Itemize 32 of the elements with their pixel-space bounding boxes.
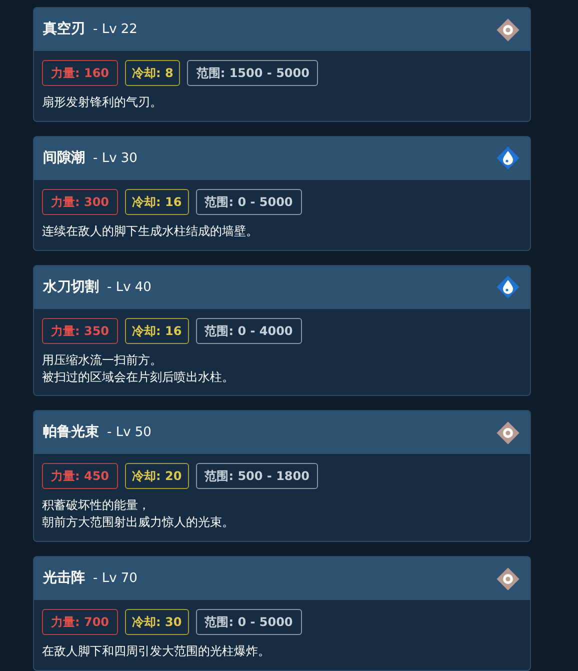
skill-level: - Lv 30 <box>93 150 138 168</box>
skill-description: 在敌人脚下和四周引发大范围的光柱爆炸。 <box>42 643 271 660</box>
range-tag: 范围: 0 - 5000 <box>196 188 302 215</box>
skill-description: 积蓄破坏性的能量， <box>42 497 151 514</box>
skill-name: 光击阵 <box>43 569 85 588</box>
skill-description: 被扫过的区域会在片刻后喷出水柱。 <box>42 368 235 386</box>
cooldown-tag: 冷却: 30 <box>125 609 189 636</box>
skill-level: - Lv 50 <box>107 424 152 442</box>
range-tag: 范围: 0 - 5000 <box>196 609 302 636</box>
cooldown-tag: 冷却: 8 <box>125 60 180 86</box>
cooldown-tag: 冷却: 20 <box>125 463 189 490</box>
skill-description: 朝前方大范围射出威力惊人的光束。 <box>42 514 235 532</box>
power-tag: 力量: 160 <box>42 60 118 86</box>
range-tag: 范围: 1500 - 5000 <box>187 60 318 86</box>
range-tag: 范围: 500 - 1800 <box>196 463 318 490</box>
cooldown-tag: 冷却: 16 <box>125 188 189 215</box>
skill-name: 间隙潮 <box>43 148 85 168</box>
skill-name: 水刀切割 <box>43 278 99 297</box>
skill-level: - Lv 22 <box>93 21 138 39</box>
power-tag: 力量: 350 <box>42 318 118 344</box>
skill-name: 真空刃 <box>43 20 85 39</box>
skill-description: 扇形发射锋利的气刃。 <box>42 94 163 111</box>
power-tag: 力量: 700 <box>42 609 118 636</box>
skill-level: - Lv 70 <box>93 570 138 588</box>
skill-description: 用压缩水流一扫前方。 <box>42 352 163 369</box>
power-tag: 力量: 450 <box>42 463 118 490</box>
power-tag: 力量: 300 <box>42 188 118 215</box>
skill-name: 帕鲁光束 <box>43 423 99 442</box>
skill-level: - Lv 40 <box>107 278 152 297</box>
cooldown-tag: 冷却: 16 <box>125 318 189 344</box>
skill-description: 连续在敌人的脚下生成水柱结成的墙壁。 <box>42 222 259 240</box>
range-tag: 范围: 0 - 4000 <box>196 318 302 344</box>
